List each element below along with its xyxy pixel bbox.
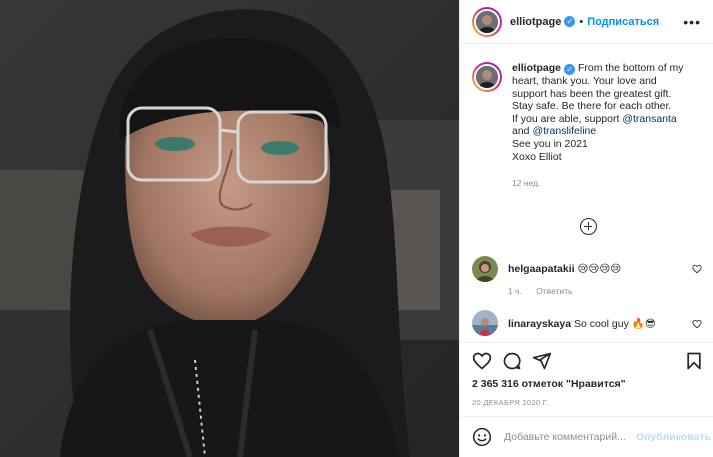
comment-text: helgaapatakii 😢😢😢😢	[508, 263, 621, 275]
comment-time: 1 ч.	[508, 286, 522, 296]
verified-badge-icon: ✓	[564, 16, 576, 27]
caption-line: support has been the greatest gift.	[512, 87, 672, 100]
caption-line: Xoxo Elliot	[512, 150, 562, 163]
caption-line: If you are able, support	[512, 112, 620, 125]
post-action-bar	[460, 342, 713, 382]
load-more-comments-icon[interactable]	[580, 218, 597, 235]
heart-icon[interactable]	[692, 264, 702, 274]
post-date: 20 ДЕКАБРЯ 2020 Г.	[472, 398, 549, 407]
share-icon[interactable]	[532, 351, 552, 371]
post-photo[interactable]	[0, 0, 459, 457]
caption-line: and	[512, 125, 530, 138]
comment-username[interactable]: linarayskaya	[508, 318, 571, 330]
author-username[interactable]: elliotpage	[510, 16, 561, 28]
comment-item: helgaapatakii 😢😢😢😢	[472, 256, 702, 282]
commenter-avatar[interactable]	[472, 310, 498, 336]
comment-body: 😢😢😢😢	[577, 263, 622, 275]
comment-body: So cool guy 🔥😎	[573, 317, 656, 330]
more-options-icon[interactable]: •••	[683, 14, 701, 30]
emoji-icon[interactable]	[472, 427, 492, 447]
post-header: elliotpage ✓ • Подписаться •••	[460, 0, 713, 44]
follow-button[interactable]: Подписаться	[587, 16, 659, 28]
publish-button[interactable]: Опубликовать	[636, 431, 711, 443]
caption-text: elliotpage ✓ From the bottom of my heart,…	[512, 62, 684, 190]
heart-icon[interactable]	[472, 351, 492, 371]
heart-icon[interactable]	[692, 319, 702, 329]
caption-line: heart, thank you. Your love and	[512, 75, 657, 87]
selfie-image	[0, 0, 459, 457]
comment-text: linarayskaya So cool guy 🔥😎	[508, 317, 656, 330]
caption-age: 12 нед.	[512, 178, 541, 189]
post-caption: elliotpage ✓ From the bottom of my heart,…	[472, 62, 708, 190]
caption-line: See you in 2021	[512, 137, 588, 150]
comment-input[interactable]	[504, 431, 634, 443]
likes-count[interactable]: 2 365 316 отметок "Нравится"	[472, 378, 626, 390]
comment-username[interactable]: helgaapatakii	[508, 263, 575, 275]
caption-line: Stay safe. Be there for each other.	[512, 100, 672, 113]
caption-avatar[interactable]	[472, 62, 502, 92]
mention-link[interactable]: @transanta	[622, 113, 676, 125]
instagram-post-modal: elliotpage ✓ • Подписаться ••• elliotpag…	[0, 0, 713, 457]
comment-icon[interactable]	[502, 351, 522, 371]
commenter-avatar[interactable]	[472, 256, 498, 282]
caption-line: From the bottom of my	[577, 62, 684, 74]
author-avatar[interactable]	[472, 6, 502, 37]
comment-meta: 1 ч. Ответить	[508, 286, 585, 296]
verified-badge-icon: ✓	[564, 64, 576, 75]
separator-dot: •	[579, 15, 584, 28]
comment-item: linarayskaya So cool guy 🔥😎	[472, 310, 702, 336]
comment-composer: Опубликовать	[460, 416, 713, 457]
mention-link[interactable]: @translifeline	[532, 125, 596, 137]
caption-username[interactable]: elliotpage	[512, 62, 561, 74]
bookmark-icon[interactable]	[684, 351, 704, 371]
post-sidebar: elliotpage ✓ • Подписаться ••• elliotpag…	[459, 0, 713, 457]
reply-button[interactable]: Ответить	[536, 286, 572, 296]
